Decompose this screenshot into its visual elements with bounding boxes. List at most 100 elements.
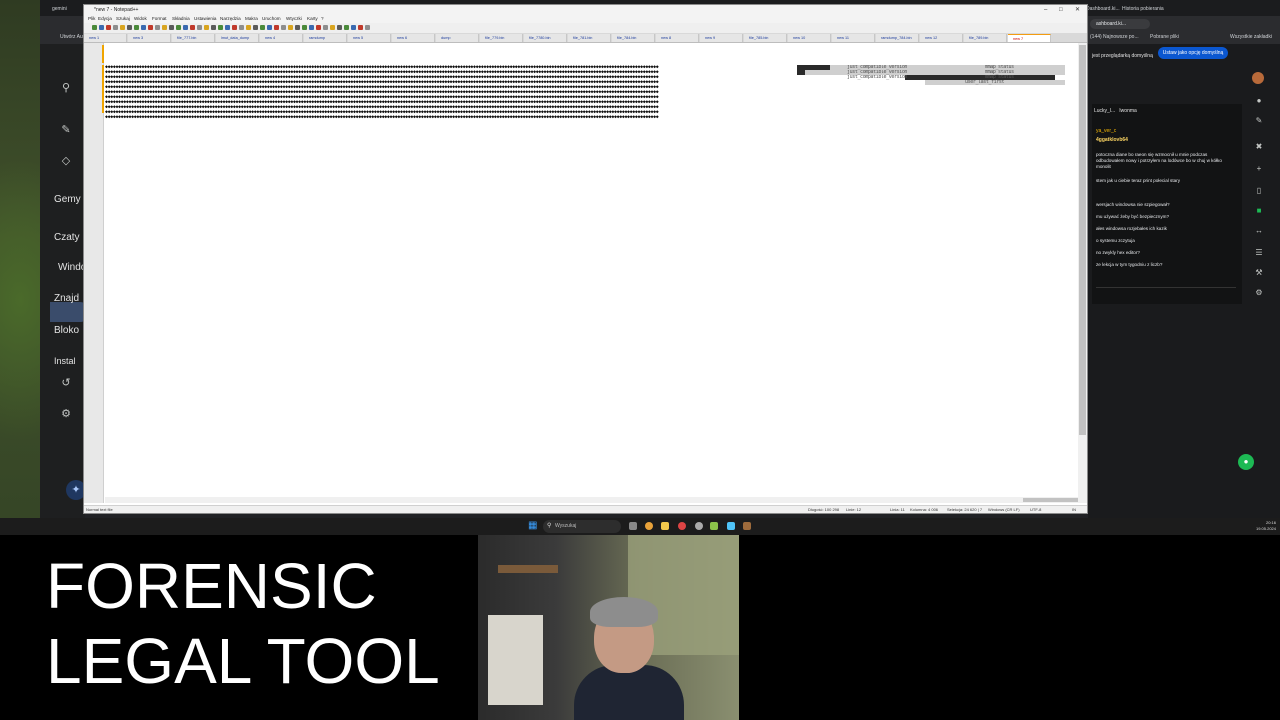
chat-input[interactable] xyxy=(1096,287,1236,301)
new-chat-icon[interactable]: ✎ xyxy=(60,124,72,136)
tab-new-11[interactable]: new 11 xyxy=(832,34,875,42)
arrows-icon[interactable]: ↔ xyxy=(1254,226,1264,236)
toolbar-button-icon[interactable] xyxy=(239,25,244,30)
menu-item[interactable]: Uruchom xyxy=(262,16,281,21)
toolbar-button-icon[interactable] xyxy=(92,25,97,30)
tab-new-1[interactable]: new 1 xyxy=(84,34,127,42)
layers-icon[interactable]: ☰ xyxy=(1254,248,1264,258)
menu-item[interactable]: Edycja xyxy=(98,16,112,21)
tab-lmut-data-dump[interactable]: lmut_data_dump xyxy=(216,34,259,42)
tab-file-789-bin[interactable]: file_789.bin xyxy=(964,34,1007,42)
menu-item[interactable]: Składnia xyxy=(172,16,190,21)
toolbar-button-icon[interactable] xyxy=(330,25,335,30)
menu-item[interactable]: Plik xyxy=(88,16,95,21)
tab-new-10[interactable]: new 10 xyxy=(788,34,831,42)
toolbar-button-icon[interactable] xyxy=(218,25,223,30)
scroll-thumb[interactable] xyxy=(1023,498,1078,502)
toolbar-button-icon[interactable] xyxy=(295,25,300,30)
toolbar-button-icon[interactable] xyxy=(204,25,209,30)
sidebar-item-gems[interactable]: Gemy xyxy=(54,194,81,205)
toolbar-button-icon[interactable] xyxy=(281,25,286,30)
sidebar-item-blocks[interactable]: Bloko xyxy=(54,325,79,336)
toolbar-button-icon[interactable] xyxy=(316,25,321,30)
chat-active-icon[interactable]: ■ xyxy=(1254,206,1264,216)
toolbar-button-icon[interactable] xyxy=(106,25,111,30)
gem-icon[interactable]: ◇ xyxy=(60,155,72,167)
status-green-icon[interactable]: ● xyxy=(1238,454,1254,470)
avatar[interactable] xyxy=(1252,72,1264,84)
menu-item[interactable]: Makra xyxy=(245,16,258,21)
toolbar-button-icon[interactable] xyxy=(211,25,216,30)
tab-file-777-bin[interactable]: file_777.bin xyxy=(172,34,215,42)
toolbar-button-icon[interactable] xyxy=(134,25,139,30)
edit-icon[interactable]: ✎ xyxy=(1254,116,1264,126)
editor-text-area[interactable]: ◆◆◆◆◆◆◆◆◆◆◆◆◆◆◆◆◆◆◆◆◆◆◆◆◆◆◆◆◆◆◆◆◆◆◆◆◆◆◆◆… xyxy=(105,43,1078,503)
sidebar-item-find[interactable]: Znajd xyxy=(54,293,79,304)
toolbar-button-icon[interactable] xyxy=(225,25,230,30)
toolbar-button-icon[interactable] xyxy=(155,25,160,30)
toolbar-button-icon[interactable] xyxy=(302,25,307,30)
tab-new-4[interactable]: new 4 xyxy=(260,34,303,42)
chat-tab[interactable]: Lucky_l... xyxy=(1094,108,1115,114)
opera-icon[interactable] xyxy=(678,522,686,530)
vertical-scrollbar[interactable] xyxy=(1078,43,1087,503)
tab-ramdump-784-bin[interactable]: ramdump_784.bin xyxy=(876,34,919,42)
app-icon[interactable] xyxy=(727,522,735,530)
scroll-thumb[interactable] xyxy=(1079,45,1086,435)
tab-new-9[interactable]: new 9 xyxy=(700,34,743,42)
system-clock[interactable]: 20:16 19.05.2024 xyxy=(1240,520,1276,532)
close-icon[interactable]: ✕ xyxy=(1075,5,1080,15)
toolbar-button-icon[interactable] xyxy=(365,25,370,30)
tab-new-12[interactable]: new 12 xyxy=(920,34,963,42)
tab-new-5[interactable]: new 5 xyxy=(348,34,391,42)
toolbar-button-icon[interactable] xyxy=(246,25,251,30)
chat-tab[interactable]: Iwonma xyxy=(1119,108,1137,114)
menu-item[interactable]: Widok xyxy=(134,16,147,21)
toolbar-button-icon[interactable] xyxy=(120,25,125,30)
menu-item[interactable]: Narzędzia xyxy=(220,16,241,21)
tab-file-785-bin[interactable]: file_785.bin xyxy=(744,34,787,42)
toolbar-button-icon[interactable] xyxy=(267,25,272,30)
tab-file-7780-bin[interactable]: file_7780.bin xyxy=(524,34,567,42)
toolbar-button-icon[interactable] xyxy=(337,25,342,30)
horizontal-scrollbar[interactable] xyxy=(105,497,1078,503)
toolbar-button-icon[interactable] xyxy=(127,25,132,30)
folder-icon[interactable] xyxy=(661,522,669,530)
sidebar-item-install[interactable]: Instal xyxy=(54,356,76,366)
chrome-icon[interactable] xyxy=(645,522,653,530)
tab-file-784-bin[interactable]: file_784.bin xyxy=(612,34,655,42)
toolbar-button-icon[interactable] xyxy=(148,25,153,30)
toolbar-button-icon[interactable] xyxy=(141,25,146,30)
toolbar-button-icon[interactable] xyxy=(232,25,237,30)
tools-icon[interactable]: ✖ xyxy=(1254,142,1264,152)
browser-tab[interactable]: gemini xyxy=(42,2,82,16)
menu-item[interactable]: ? xyxy=(321,16,324,21)
bookmark[interactable]: (144) Najnowsze po... xyxy=(1090,34,1139,40)
sidebar-item-chats[interactable]: Czaty xyxy=(54,232,80,243)
toolbar-button-icon[interactable] xyxy=(183,25,188,30)
toolbar-button-icon[interactable] xyxy=(253,25,258,30)
toolbar-button-icon[interactable] xyxy=(113,25,118,30)
toolbar-button-icon[interactable] xyxy=(351,25,356,30)
tab-new-6[interactable]: new 6 xyxy=(392,34,435,42)
address-bar[interactable]: ashboard.ki... xyxy=(1090,19,1150,29)
menu-item[interactable]: Wtyczki xyxy=(286,16,302,21)
tab-file-779-bin[interactable]: file_779.bin xyxy=(480,34,523,42)
menu-item[interactable]: Format xyxy=(152,16,167,21)
maximize-icon[interactable]: □ xyxy=(1059,5,1063,15)
windows-start-icon[interactable]: ▦ xyxy=(528,521,538,531)
tab-new-7[interactable]: new 7 xyxy=(1008,34,1051,42)
toolbar-button-icon[interactable] xyxy=(344,25,349,30)
add-icon[interactable]: + xyxy=(1254,164,1264,174)
menu-item[interactable]: Karty xyxy=(307,16,318,21)
wrench-icon[interactable]: ⚒ xyxy=(1254,268,1264,278)
toolbar-button-icon[interactable] xyxy=(162,25,167,30)
toolbar-button-icon[interactable] xyxy=(309,25,314,30)
toolbar-button-icon[interactable] xyxy=(288,25,293,30)
toolbar-button-icon[interactable] xyxy=(358,25,363,30)
menu-item[interactable]: Szukaj xyxy=(116,16,130,21)
set-default-button[interactable]: Ustaw jako opcję domyślną xyxy=(1158,47,1228,59)
minimize-icon[interactable]: – xyxy=(1044,5,1047,15)
tab-new-3[interactable]: new 3 xyxy=(128,34,171,42)
settings-icon[interactable]: ⚙ xyxy=(1254,288,1264,298)
